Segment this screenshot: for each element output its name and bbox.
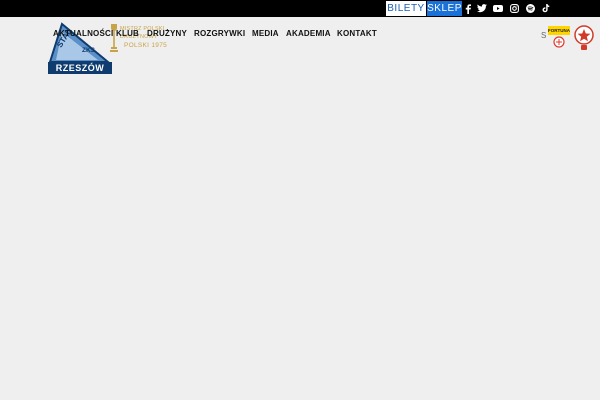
nav-item-klub[interactable]: KLUB: [116, 29, 139, 38]
nav-item-rozgrywki[interactable]: ROZGRYWKI: [194, 29, 245, 38]
nav-item-kontakt[interactable]: KONTAKT: [337, 29, 377, 38]
nav-item-aktualnosci[interactable]: AKTUALNOŚCI: [53, 29, 113, 38]
main-navigation: AKTUALNOŚCI KLUB DRUŻYNY ROZGRYWKI MEDIA…: [0, 17, 600, 57]
league-badge-icon[interactable]: [573, 25, 595, 51]
twitter-icon[interactable]: [476, 2, 488, 15]
sponsor-fortuna[interactable]: FORTUNA: [548, 26, 570, 50]
top-utility-bar: BILETY SKLEP: [0, 0, 600, 17]
instagram-icon[interactable]: [508, 2, 520, 15]
youtube-icon[interactable]: [492, 2, 504, 15]
fortuna-emblem-icon: [553, 36, 565, 48]
logo-city: RZESZÓW: [48, 62, 112, 74]
nav-item-akademia[interactable]: AKADEMIA: [286, 29, 331, 38]
nav-item-media[interactable]: MEDIA: [252, 29, 279, 38]
sponsor-mark-small[interactable]: S: [541, 31, 546, 40]
spotify-icon[interactable]: [524, 2, 536, 15]
tickets-button[interactable]: BILETY: [386, 1, 426, 16]
facebook-icon[interactable]: [462, 2, 474, 15]
nav-item-druzyny[interactable]: DRUŻYNY: [147, 29, 187, 38]
tiktok-icon[interactable]: [540, 2, 552, 15]
shop-button[interactable]: SKLEP: [427, 1, 462, 16]
fortuna-label: FORTUNA: [548, 26, 570, 35]
